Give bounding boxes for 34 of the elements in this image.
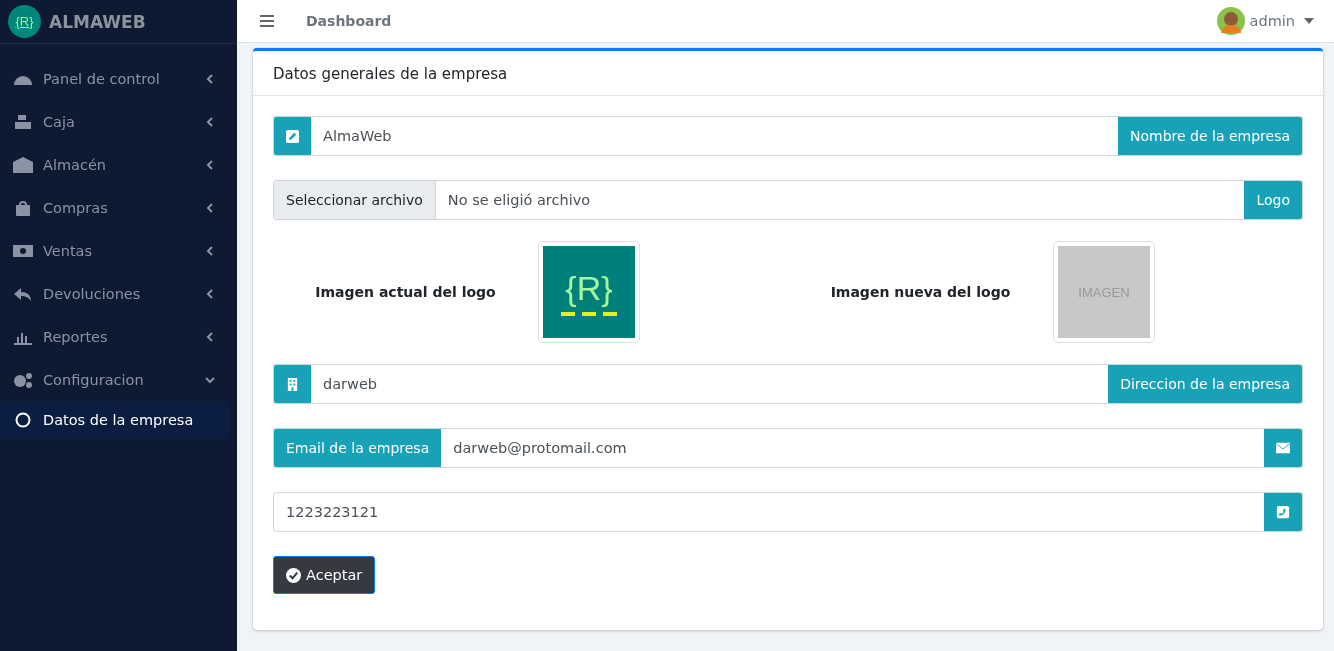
user-menu[interactable]: admin	[1249, 13, 1295, 29]
chevron-left-icon	[205, 245, 215, 256]
bag-icon	[13, 199, 33, 216]
sidebar-item[interactable]: Configuracion	[0, 358, 237, 401]
check-circle-icon	[286, 567, 301, 583]
chevron-left-icon	[205, 288, 215, 299]
logo-label: Imagen nueva del logo	[829, 284, 1012, 300]
warehouse-icon	[13, 156, 33, 173]
caret-icon[interactable]	[1304, 18, 1314, 24]
sidebar-item[interactable]: Reportes	[0, 315, 237, 358]
menu-icon[interactable]	[260, 15, 274, 27]
chevron-left-icon	[205, 331, 215, 342]
brand-logo: {R}	[8, 5, 41, 38]
chevron-left-icon	[205, 73, 215, 84]
chevron-down-icon	[205, 374, 215, 385]
brand-name: ALMAWEB	[49, 11, 146, 32]
avatar[interactable]	[1216, 7, 1245, 35]
reply-icon	[13, 285, 33, 302]
card-title: Datos generales de la empresa	[273, 65, 508, 83]
sidebar-item[interactable]: Caja	[0, 100, 237, 143]
sidebar-item[interactable]: Panel de control	[0, 57, 237, 100]
circle-icon	[15, 412, 31, 428]
logo-label: Imagen actual del logo	[314, 284, 497, 300]
logo-thumbnail: {R}	[538, 241, 640, 343]
page-title[interactable]: Dashboard	[306, 13, 1217, 29]
accept-button[interactable]: Aceptar	[273, 556, 376, 594]
sidebar-item[interactable]: Ventas	[0, 229, 237, 272]
chevron-left-icon	[205, 116, 215, 127]
chevron-left-icon	[205, 159, 215, 170]
sidebar-item[interactable]: Almacén	[0, 143, 237, 186]
sidebar-subitem[interactable]: Datos de la empresa	[0, 401, 230, 439]
sidebar-item[interactable]: Compras	[0, 186, 237, 229]
chevron-left-icon	[205, 202, 215, 213]
sidebar-item[interactable]: Devoluciones	[0, 272, 237, 315]
